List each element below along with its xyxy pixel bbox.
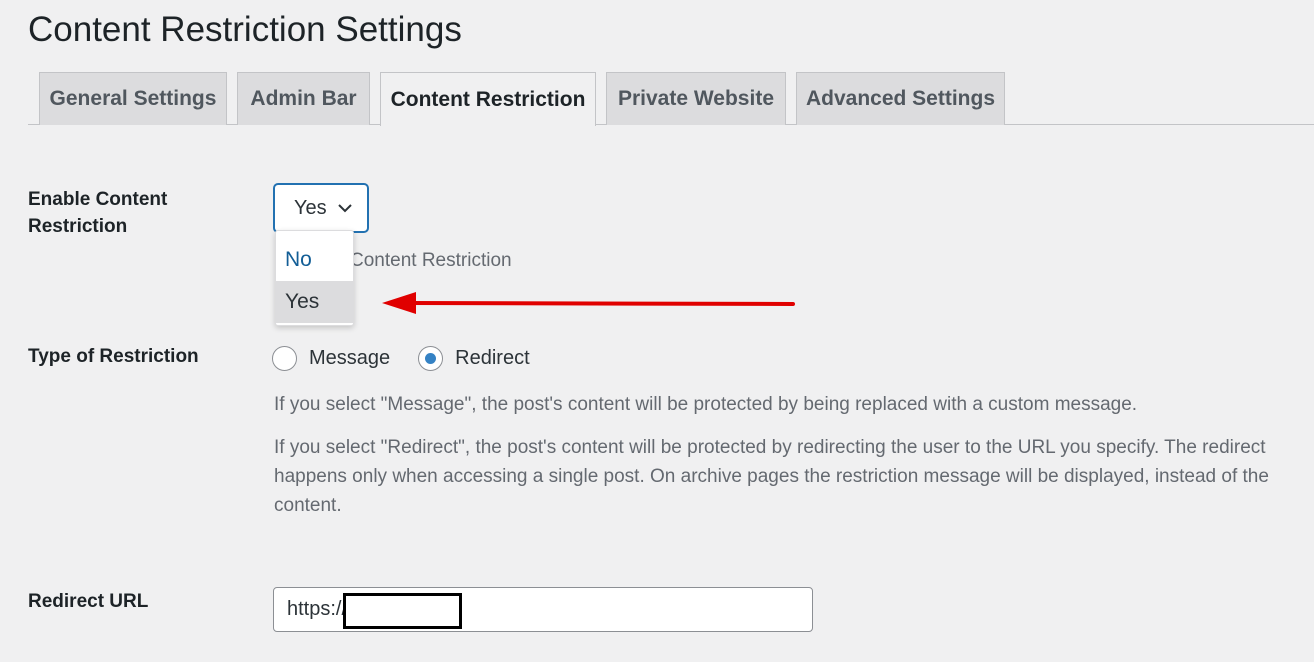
- restriction-type-radio-group: Message Redirect: [272, 346, 558, 371]
- settings-tabs: General Settings Admin Bar Content Restr…: [28, 72, 1314, 126]
- radio-message-label[interactable]: Message: [309, 347, 390, 370]
- enable-restriction-select[interactable]: Yes: [274, 184, 368, 232]
- redirect-description: If you select "Redirect", the post's con…: [274, 437, 1269, 516]
- tab-advanced-settings[interactable]: Advanced Settings: [796, 72, 1005, 125]
- tab-general-settings[interactable]: General Settings: [39, 72, 227, 125]
- tab-admin-bar[interactable]: Admin Bar: [237, 72, 370, 125]
- radio-message[interactable]: [272, 346, 297, 371]
- page-title: Content Restriction Settings: [28, 10, 462, 49]
- tab-content-restriction[interactable]: Content Restriction: [380, 72, 596, 126]
- enable-restriction-label: Enable Content Restriction: [28, 189, 168, 237]
- enable-restriction-description: Content Restriction: [350, 250, 512, 271]
- tab-private-website[interactable]: Private Website: [606, 72, 786, 125]
- dropdown-option-no[interactable]: No: [276, 239, 353, 281]
- redirect-url-value: https://: [287, 598, 348, 620]
- enable-restriction-dropdown: No Yes: [275, 230, 354, 326]
- message-description: If you select "Message", the post's cont…: [274, 394, 1138, 415]
- select-value: Yes: [294, 196, 327, 219]
- radio-redirect[interactable]: [418, 346, 444, 371]
- radio-redirect-label[interactable]: Redirect: [455, 347, 529, 370]
- chevron-down-icon: [338, 204, 352, 213]
- redirect-url-label: Redirect URL: [28, 591, 149, 612]
- red-arrow-annotation: [382, 292, 795, 314]
- dropdown-option-yes[interactable]: Yes: [276, 281, 353, 323]
- redaction-box: [343, 593, 462, 629]
- type-of-restriction-label: Type of Restriction: [28, 346, 199, 367]
